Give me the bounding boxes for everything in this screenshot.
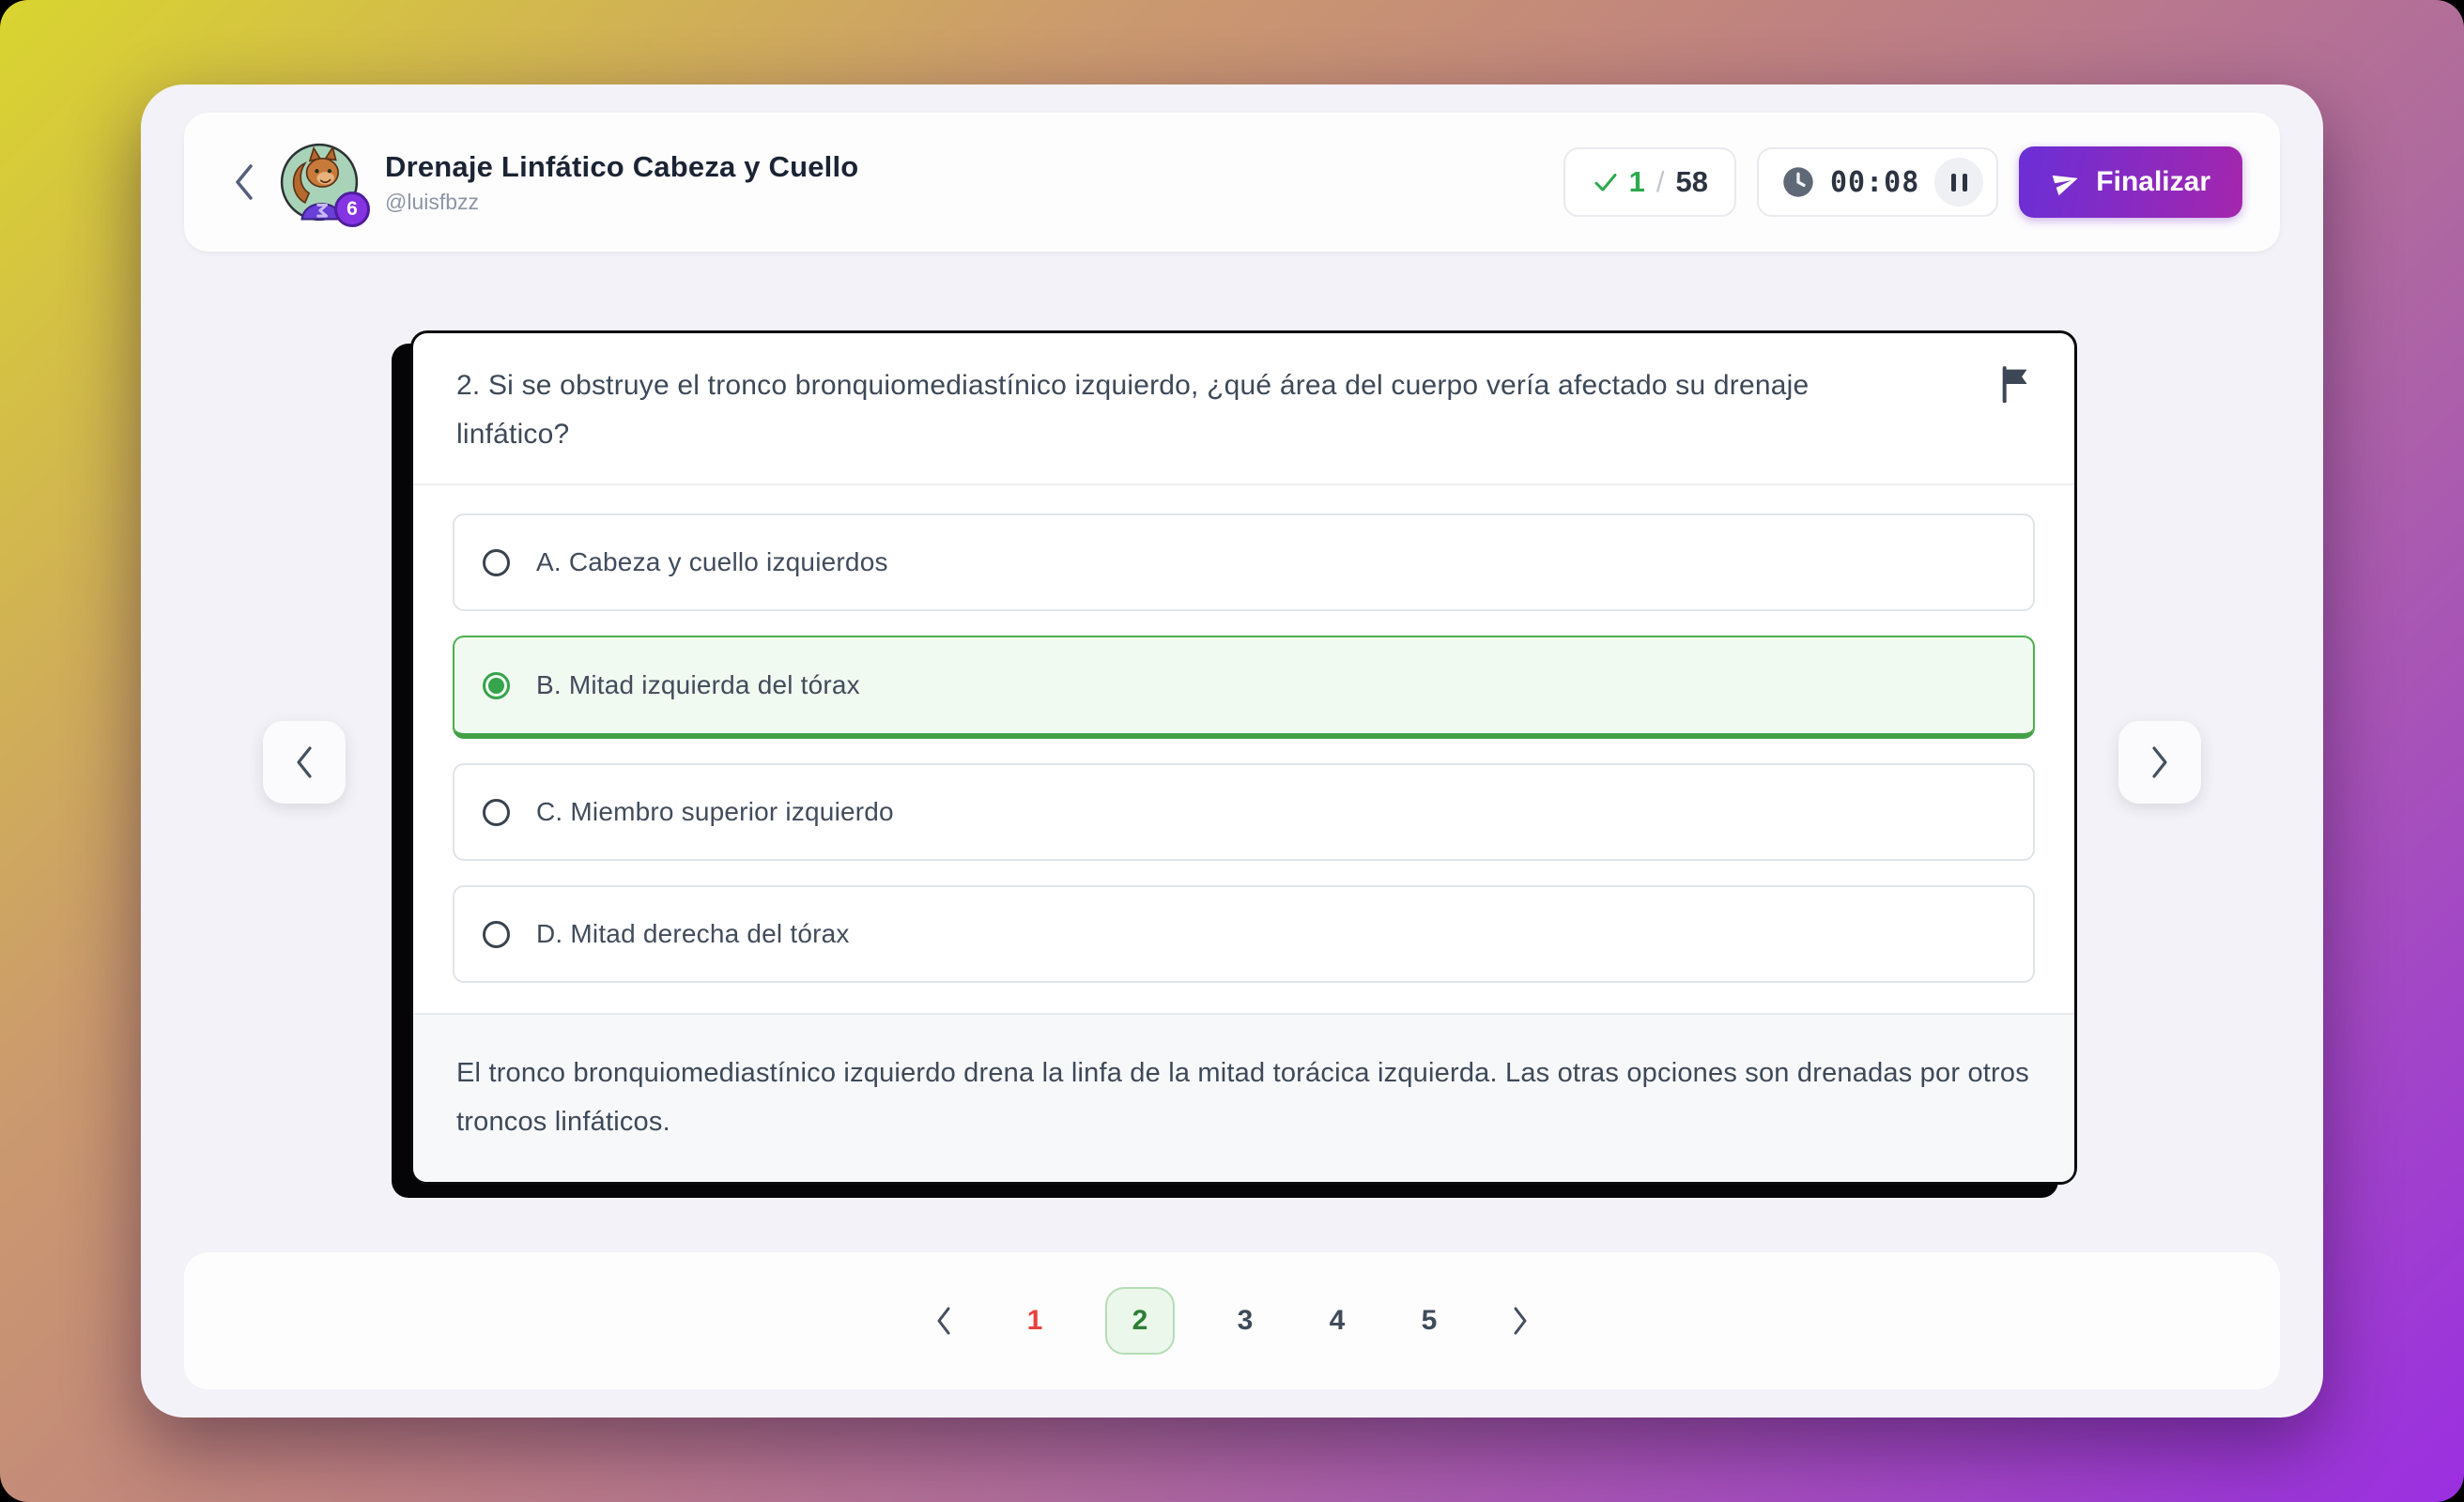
header-bar: 6 Drenaje Linfático Cabeza y Cuello @lui… bbox=[184, 113, 2280, 252]
quiz-app-panel: 6 Drenaje Linfático Cabeza y Cuello @lui… bbox=[141, 84, 2323, 1418]
chevron-left-icon bbox=[232, 162, 256, 202]
score-total-count: 58 bbox=[1676, 165, 1708, 199]
chevron-left-icon bbox=[292, 743, 316, 781]
option-b-selected[interactable]: B. Mitad izquierda del tórax bbox=[453, 636, 2035, 739]
finish-button[interactable]: Finalizar bbox=[2019, 146, 2242, 218]
check-icon bbox=[1592, 168, 1620, 196]
explanation-text: El tronco bronquiomediastínico izquierdo… bbox=[456, 1049, 2031, 1146]
timer-value: 00:08 bbox=[1830, 166, 1919, 199]
score-separator: / bbox=[1655, 165, 1667, 199]
quiz-title: Drenaje Linfático Cabeza y Cuello bbox=[385, 150, 858, 184]
chevron-left-icon bbox=[933, 1305, 954, 1337]
score-indicator: 1 / 58 bbox=[1563, 147, 1736, 217]
pause-icon bbox=[1951, 174, 1956, 192]
level-badge: 6 bbox=[334, 192, 370, 227]
clock-icon bbox=[1781, 165, 1815, 199]
question-card: 2. Si se obstruye el tronco bronquiomedi… bbox=[410, 330, 2077, 1185]
option-d-label: D. Mitad derecha del tórax bbox=[536, 919, 850, 949]
finish-button-label: Finalizar bbox=[2096, 166, 2210, 198]
previous-question-button[interactable] bbox=[263, 721, 346, 804]
option-c[interactable]: C. Miembro superior izquierdo bbox=[453, 763, 2035, 861]
chevron-right-icon bbox=[1510, 1305, 1531, 1337]
chevron-right-icon bbox=[2148, 743, 2172, 781]
radio-selected-icon bbox=[483, 672, 510, 699]
send-icon bbox=[2051, 167, 2081, 197]
pagination-next-button[interactable] bbox=[1500, 1300, 1541, 1341]
back-button[interactable] bbox=[222, 154, 267, 210]
header-actions: 1 / 58 00:08 bbox=[1563, 146, 2242, 218]
question-text: 2. Si se obstruye el tronco bronquiomedi… bbox=[456, 361, 1902, 459]
option-b-label: B. Mitad izquierda del tórax bbox=[536, 670, 860, 700]
option-c-label: C. Miembro superior izquierdo bbox=[536, 797, 894, 827]
option-d[interactable]: D. Mitad derecha del tórax bbox=[453, 885, 2035, 983]
page-2-button-active[interactable]: 2 bbox=[1105, 1287, 1175, 1355]
page-5-button[interactable]: 5 bbox=[1408, 1287, 1451, 1355]
gradient-background: 6 Drenaje Linfático Cabeza y Cuello @lui… bbox=[0, 0, 2464, 1502]
question-header: 2. Si se obstruye el tronco bronquiomedi… bbox=[413, 333, 2074, 485]
radio-unselected-icon bbox=[483, 799, 510, 826]
page-1-button[interactable]: 1 bbox=[1013, 1287, 1056, 1355]
option-a[interactable]: A. Cabeza y cuello izquierdos bbox=[453, 513, 2035, 611]
screen: 6 Drenaje Linfático Cabeza y Cuello @lui… bbox=[0, 0, 2464, 1502]
explanation-section: El tronco bronquiomediastínico izquierdo… bbox=[413, 1013, 2074, 1182]
score-correct-count: 1 bbox=[1629, 165, 1645, 199]
radio-unselected-icon bbox=[483, 549, 510, 576]
avatar[interactable]: 6 bbox=[280, 143, 359, 222]
timer: 00:08 bbox=[1757, 147, 1998, 217]
pause-button[interactable] bbox=[1934, 158, 1983, 207]
flag-icon bbox=[1998, 365, 2034, 403]
flag-question-button[interactable] bbox=[1995, 365, 2037, 406]
page-3-button[interactable]: 3 bbox=[1224, 1287, 1267, 1355]
next-question-button[interactable] bbox=[2118, 721, 2201, 804]
option-a-label: A. Cabeza y cuello izquierdos bbox=[536, 547, 888, 577]
radio-unselected-icon bbox=[483, 921, 510, 948]
page-4-button[interactable]: 4 bbox=[1316, 1287, 1359, 1355]
quiz-author-username: @luisfbzz bbox=[385, 190, 858, 215]
title-block: Drenaje Linfático Cabeza y Cuello @luisf… bbox=[385, 150, 858, 215]
pagination-bar: 1 2 3 4 5 bbox=[184, 1252, 2280, 1389]
options-list: A. Cabeza y cuello izquierdos B. Mitad i… bbox=[413, 485, 2074, 983]
pagination-prev-button[interactable] bbox=[923, 1300, 964, 1341]
